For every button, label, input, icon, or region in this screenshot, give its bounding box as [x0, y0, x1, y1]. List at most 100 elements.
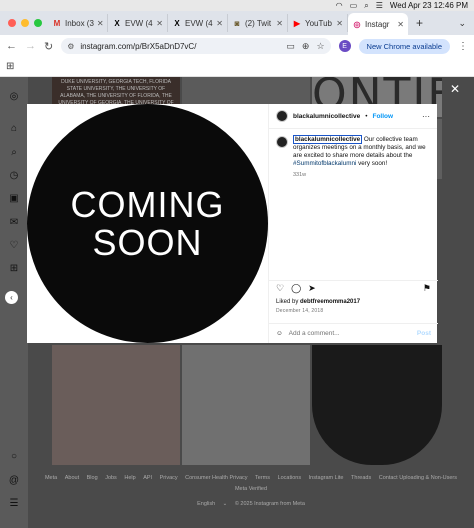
caption-age[interactable]: 331w: [293, 171, 430, 179]
tab-x-1[interactable]: X EVW (4 ✕: [108, 14, 168, 32]
url-text[interactable]: instagram.com/p/BrX5aDnD7vC/: [80, 42, 196, 51]
control-center-icon[interactable]: ☰: [376, 1, 383, 10]
comment-icon[interactable]: ◯: [291, 283, 301, 294]
comment-row: ☺ Add a comment... Post: [269, 323, 438, 343]
footer-link[interactable]: Meta: [45, 475, 57, 481]
tab-instagram[interactable]: ◎ Instagr ✕: [348, 13, 408, 35]
instagram-logo-icon[interactable]: ◎: [8, 91, 20, 102]
reload-button[interactable]: ↻: [44, 40, 53, 53]
search-icon[interactable]: ⌕: [8, 147, 20, 158]
forward-button[interactable]: →: [25, 40, 36, 52]
post-actions: ♡ ◯ ➤ ⚑: [269, 280, 438, 296]
author-avatar[interactable]: [276, 110, 288, 122]
post-comment-button[interactable]: Post: [417, 330, 431, 337]
wifi-icon[interactable]: ◠: [336, 1, 343, 10]
liked-by-user[interactable]: debtfreemomma2017: [300, 299, 360, 305]
chrome-menu-icon[interactable]: ⋮: [458, 41, 468, 52]
minimize-window-button[interactable]: [21, 19, 29, 27]
footer-link[interactable]: Locations: [278, 475, 302, 481]
menubar-datetime[interactable]: Wed Apr 23 12:46 PM: [390, 1, 468, 10]
share-icon[interactable]: ➤: [308, 283, 316, 294]
language-chevron-icon[interactable]: ⌄: [223, 501, 228, 507]
like-icon[interactable]: ♡: [276, 283, 284, 294]
footer-link[interactable]: Jobs: [105, 475, 117, 481]
author-username[interactable]: blackalumnicollective: [293, 113, 360, 120]
browser-toolbar: ← → ↻ ⚙ instagram.com/p/BrX5aDnD7vC/ ▭ ⊕…: [0, 35, 474, 57]
tab-label: Inbox (3: [65, 18, 94, 28]
footer-link[interactable]: Privacy: [160, 475, 178, 481]
caption-username[interactable]: blackalumnicollective: [293, 135, 363, 144]
media-text-line1: COMING: [70, 183, 225, 225]
new-tab-button[interactable]: +: [408, 16, 431, 30]
liked-by: Liked by debtfreemomma2017: [276, 299, 360, 305]
footer-link[interactable]: Instagram Lite: [309, 475, 344, 481]
previous-post-button[interactable]: ‹: [5, 291, 18, 304]
grid-post-photo[interactable]: [182, 345, 310, 465]
close-tab-icon[interactable]: ✕: [97, 19, 104, 28]
bookmark-star-icon[interactable]: ☆: [316, 41, 324, 52]
emoji-icon[interactable]: ☺: [276, 330, 283, 337]
post-media[interactable]: COMING SOON: [27, 104, 268, 343]
grid-post-photo[interactable]: [52, 345, 180, 465]
close-window-button[interactable]: [8, 19, 16, 27]
apps-grid-icon[interactable]: ⊞: [6, 61, 14, 72]
tab-youtube[interactable]: ▶ YouTub ✕: [288, 14, 348, 32]
close-tab-icon[interactable]: ✕: [397, 20, 404, 29]
reels-icon[interactable]: ▣: [8, 193, 20, 204]
profile-avatar[interactable]: E: [338, 40, 351, 52]
tab-search-chevron-icon[interactable]: ⌄: [458, 18, 474, 29]
close-tab-icon[interactable]: ✕: [156, 19, 163, 28]
back-button[interactable]: ←: [6, 40, 17, 52]
footer-link[interactable]: Threads: [351, 475, 371, 481]
address-bar[interactable]: ⚙ instagram.com/p/BrX5aDnD7vC/ ▭ ⊕ ☆: [61, 38, 331, 54]
close-tab-icon[interactable]: ✕: [216, 19, 223, 28]
footer-link[interactable]: Contact Uploading & Non-Users: [379, 475, 457, 481]
close-modal-icon[interactable]: ✕: [450, 82, 460, 96]
browser-tabbar: M Inbox (3 ✕ X EVW (4 ✕ X EVW (4 ✕ ◙ (2)…: [0, 11, 474, 35]
zoom-icon[interactable]: ⊕: [302, 41, 310, 52]
search-icon[interactable]: ⌕: [364, 1, 368, 11]
tab-x-2[interactable]: X EVW (4 ✕: [168, 14, 228, 32]
close-tab-icon[interactable]: ✕: [276, 19, 283, 28]
caption-avatar[interactable]: [276, 136, 288, 148]
follow-button[interactable]: Follow: [372, 113, 393, 120]
meta-verified-link[interactable]: Meta Verified: [28, 484, 474, 495]
chrome-update-button[interactable]: New Chrome available: [358, 38, 450, 54]
post-caption: blackalumnicollective Our collective tea…: [269, 129, 437, 186]
explore-icon[interactable]: ◷: [8, 170, 20, 181]
macos-menubar: ◠ ▭ ⌕ ☰ Wed Apr 23 12:46 PM: [0, 0, 474, 11]
maximize-window-button[interactable]: [34, 19, 42, 27]
footer-link[interactable]: API: [143, 475, 152, 481]
language-selector[interactable]: English: [197, 501, 215, 507]
home-icon[interactable]: ⌂: [8, 123, 20, 134]
tab-gmail[interactable]: M Inbox (3 ✕: [48, 14, 108, 32]
footer-link[interactable]: About: [65, 475, 79, 481]
tab-twitter[interactable]: ◙ (2) Twit ✕: [228, 14, 288, 32]
cast-icon[interactable]: ▭: [286, 41, 295, 52]
bookmarks-bar: ⊞: [0, 57, 474, 77]
post-date[interactable]: December 14, 2018: [276, 308, 323, 314]
x-icon: X: [174, 18, 180, 28]
gmail-icon: M: [53, 18, 61, 28]
footer-link[interactable]: Blog: [87, 475, 98, 481]
grid-post-photo[interactable]: [312, 345, 442, 465]
messages-icon[interactable]: ✉: [8, 217, 20, 228]
close-tab-icon[interactable]: ✕: [336, 19, 343, 28]
more-options-icon[interactable]: ···: [422, 112, 430, 121]
footer-link[interactable]: Consumer Health Privacy: [185, 475, 247, 481]
battery-icon[interactable]: ▭: [350, 1, 358, 10]
save-icon[interactable]: ⚑: [423, 283, 431, 294]
tab-label: EVW (4: [185, 18, 213, 28]
meta-ai-icon[interactable]: ○: [8, 451, 20, 462]
comment-input[interactable]: Add a comment...: [289, 330, 340, 337]
notifications-icon[interactable]: ♡: [8, 240, 20, 251]
omnibox-actions: ▭ ⊕ ☆: [286, 41, 324, 52]
threads-icon[interactable]: @: [8, 475, 20, 486]
footer-link[interactable]: Terms: [255, 475, 270, 481]
site-info-icon[interactable]: ⚙: [67, 42, 74, 51]
more-menu-icon[interactable]: ☰: [8, 498, 20, 509]
create-icon[interactable]: ⊞: [8, 263, 20, 274]
caption-hashtag[interactable]: #Summitofblackalumni: [293, 160, 356, 167]
footer-link[interactable]: Help: [124, 475, 135, 481]
instagram-icon: ◎: [353, 19, 361, 29]
